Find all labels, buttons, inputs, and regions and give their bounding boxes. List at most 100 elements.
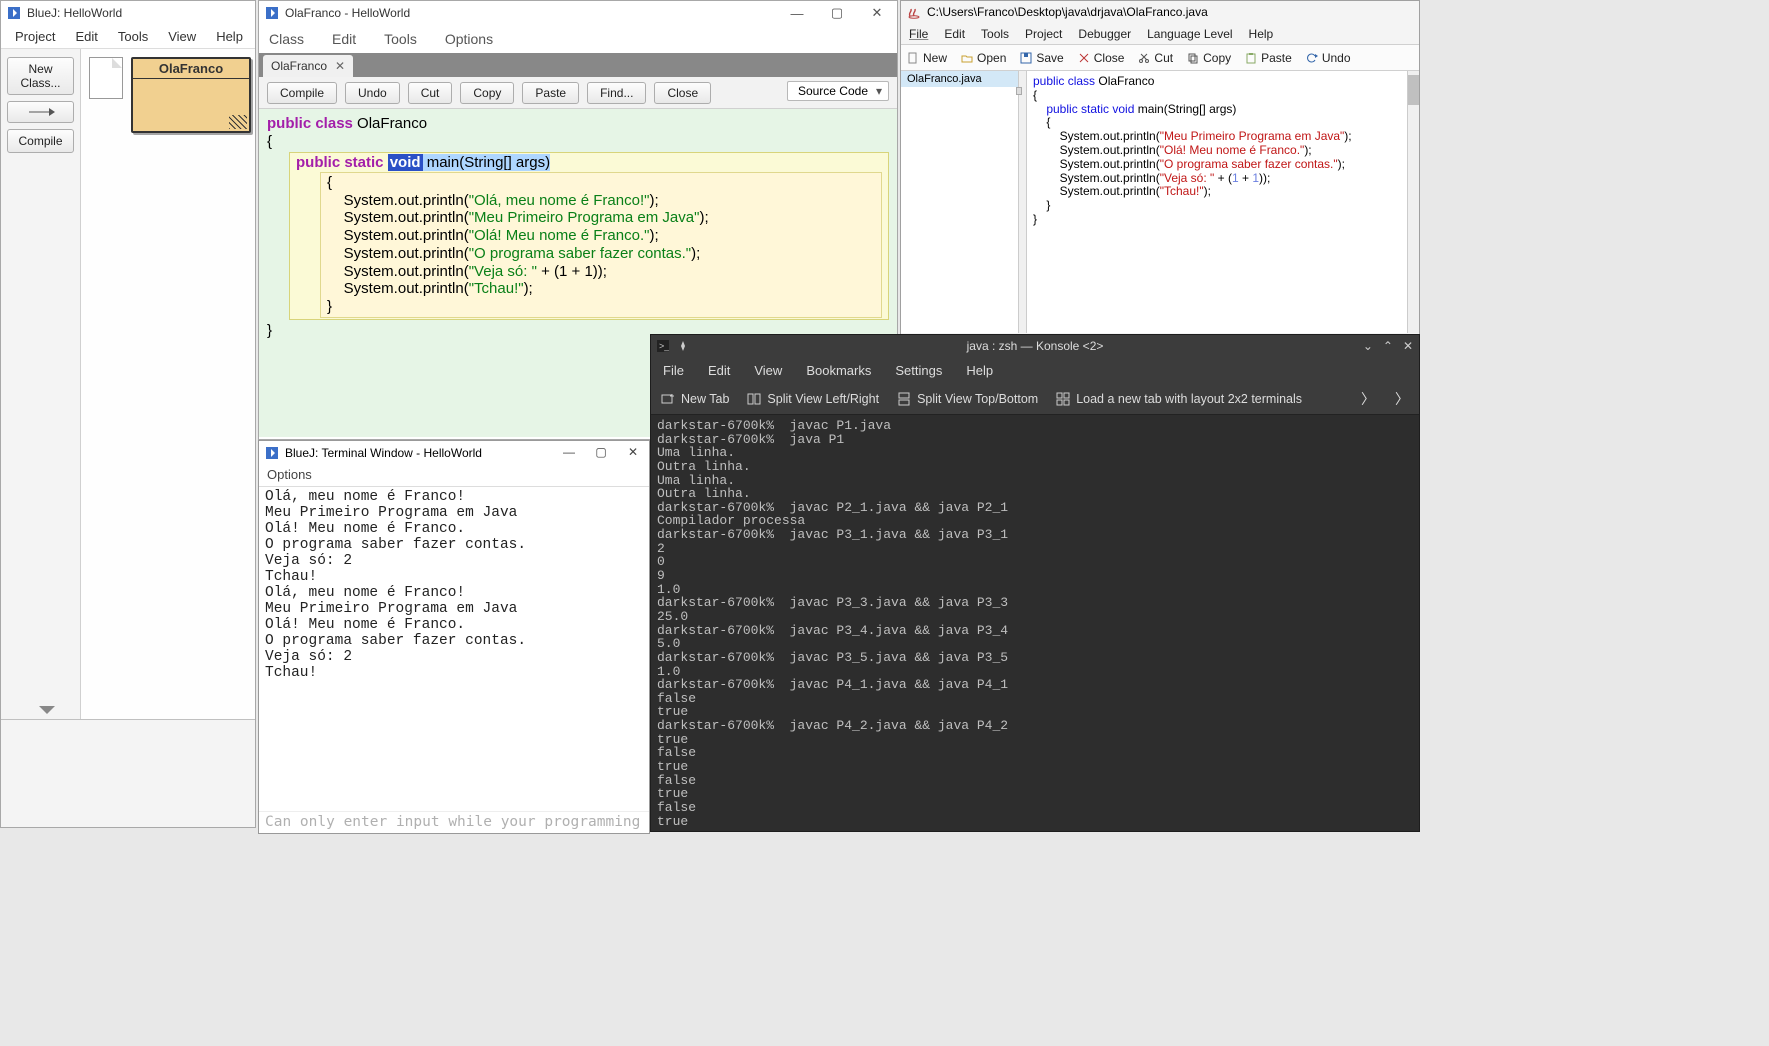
- drjava-scrollbar[interactable]: [1407, 71, 1419, 333]
- scrollbar-thumb[interactable]: [1408, 75, 1419, 105]
- kw-class: class: [315, 115, 353, 132]
- menu-file[interactable]: File: [651, 363, 696, 378]
- menu-tools[interactable]: Tools: [108, 27, 158, 46]
- undo-button[interactable]: Undo: [1306, 51, 1351, 65]
- toolbar-scroll-left-icon[interactable]: 〉: [1361, 389, 1375, 409]
- close-button[interactable]: ✕: [1403, 339, 1413, 353]
- new-tab-icon: [661, 392, 675, 406]
- filelist-item[interactable]: OlaFranco.java: [901, 71, 1018, 87]
- close-button[interactable]: ✕: [857, 1, 897, 25]
- konsole-output[interactable]: darkstar-6700k% javac P1.java darkstar-6…: [651, 415, 1419, 832]
- object-bench[interactable]: [1, 719, 255, 827]
- menu-help[interactable]: Help: [1241, 27, 1282, 41]
- bluej-menubar: Project Edit Tools View Help: [1, 25, 255, 49]
- paste-button[interactable]: Paste: [522, 82, 579, 104]
- drjava-title: C:\Users\Franco\Desktop\java\drjava\OlaF…: [927, 5, 1208, 19]
- bluej-terminal-window: BlueJ: Terminal Window - HelloWorld — ▢ …: [258, 440, 650, 834]
- menu-language-level[interactable]: Language Level: [1139, 27, 1240, 41]
- close-button[interactable]: Close: [1078, 51, 1125, 65]
- arrow-tool-button[interactable]: [7, 101, 74, 123]
- minimize-button[interactable]: —: [553, 441, 585, 463]
- layout-button[interactable]: Load a new tab with layout 2x2 terminals: [1056, 392, 1302, 406]
- collapse-triangle-icon[interactable]: [39, 706, 55, 714]
- menu-tools[interactable]: Tools: [973, 27, 1017, 41]
- close-button[interactable]: Close: [654, 82, 711, 104]
- menu-edit[interactable]: Edit: [696, 363, 742, 378]
- maximize-button[interactable]: ▢: [585, 441, 617, 463]
- menu-options[interactable]: Options: [445, 31, 493, 47]
- konsole-titlebar[interactable]: >_ java : zsh — Konsole <2> ⌄ ⌃ ✕: [651, 335, 1419, 357]
- terminal-input-hint: Can only enter input while your programm…: [259, 811, 649, 833]
- menu-edit[interactable]: Edit: [65, 27, 107, 46]
- split-tb-icon: [897, 392, 911, 406]
- folder-open-icon: [961, 52, 973, 64]
- konsole-menubar: File Edit View Bookmarks Settings Help: [651, 357, 1419, 383]
- maximize-button[interactable]: ⌃: [1383, 339, 1393, 353]
- tab-close-icon[interactable]: ✕: [335, 59, 345, 73]
- copy-button[interactable]: Copy: [460, 82, 514, 104]
- bluej-main-window: BlueJ: HelloWorld Project Edit Tools Vie…: [0, 0, 256, 828]
- bluej-logo-icon: [7, 6, 21, 20]
- drjava-filelist[interactable]: OlaFranco.java: [901, 71, 1019, 333]
- terminal-output[interactable]: Olá, meu nome é Franco! Meu Primeiro Pro…: [259, 487, 649, 683]
- minimize-button[interactable]: —: [777, 1, 817, 25]
- menu-project[interactable]: Project: [5, 27, 65, 46]
- bluej-titlebar[interactable]: BlueJ: HelloWorld: [1, 1, 255, 25]
- split-tb-button[interactable]: Split View Top/Bottom: [897, 392, 1038, 406]
- paste-button[interactable]: Paste: [1245, 51, 1292, 65]
- terminal-options-menu[interactable]: Options: [259, 465, 649, 487]
- compile-button[interactable]: Compile: [267, 82, 337, 104]
- compile-button[interactable]: Compile: [7, 129, 74, 153]
- cut-button[interactable]: Cut: [1138, 51, 1173, 65]
- menu-settings[interactable]: Settings: [883, 363, 954, 378]
- editor-menubar: Class Edit Tools Options: [259, 25, 897, 53]
- menu-edit[interactable]: Edit: [332, 31, 356, 47]
- new-tab-button[interactable]: New Tab: [661, 392, 729, 406]
- editor-tabstrip: OlaFranco ✕: [259, 53, 897, 77]
- menu-help[interactable]: Help: [206, 27, 253, 46]
- editor-title: OlaFranco - HelloWorld: [285, 6, 410, 20]
- menu-edit[interactable]: Edit: [936, 27, 973, 41]
- pin-icon[interactable]: [677, 340, 689, 352]
- menu-bookmarks[interactable]: Bookmarks: [794, 363, 883, 378]
- drjava-window: C:\Users\Franco\Desktop\java\drjava\OlaF…: [900, 0, 1420, 336]
- view-mode-select[interactable]: Source Code: [787, 81, 889, 101]
- menu-view[interactable]: View: [158, 27, 206, 46]
- drjava-titlebar[interactable]: C:\Users\Franco\Desktop\java\drjava\OlaF…: [901, 1, 1419, 23]
- editor-tab-olafranco[interactable]: OlaFranco ✕: [263, 55, 353, 77]
- konsole-toolbar: New Tab Split View Left/Right Split View…: [651, 383, 1419, 415]
- close-button[interactable]: ✕: [617, 441, 649, 463]
- new-class-button[interactable]: New Class...: [7, 57, 74, 95]
- new-button[interactable]: New: [907, 51, 947, 65]
- splitter-handle-icon[interactable]: [1016, 87, 1022, 95]
- undo-button[interactable]: Undo: [345, 82, 400, 104]
- drjava-splitter[interactable]: [1019, 71, 1027, 333]
- class-box-olafranco[interactable]: OlaFranco: [131, 57, 251, 133]
- open-button[interactable]: Open: [961, 51, 1006, 65]
- menu-help[interactable]: Help: [954, 363, 1005, 378]
- class-name: OlaFranco: [353, 115, 427, 132]
- drjava-code-area[interactable]: public class OlaFranco { public static v…: [1027, 71, 1419, 333]
- toolbar-scroll-right-icon[interactable]: 〉: [1395, 389, 1409, 409]
- readme-icon[interactable]: [89, 57, 123, 99]
- maximize-button[interactable]: ▢: [817, 1, 857, 25]
- menu-class[interactable]: Class: [269, 31, 304, 47]
- bluej-class-diagram[interactable]: OlaFranco: [81, 49, 255, 825]
- copy-button[interactable]: Copy: [1187, 51, 1231, 65]
- minimize-button[interactable]: ⌄: [1363, 339, 1373, 353]
- menu-view[interactable]: View: [742, 363, 794, 378]
- save-button[interactable]: Save: [1020, 51, 1063, 65]
- editor-titlebar[interactable]: OlaFranco - HelloWorld — ▢ ✕: [259, 1, 897, 25]
- drjava-toolbar: New Open Save Close Cut Copy Paste Undo: [901, 45, 1419, 71]
- bluej-logo-icon: [265, 446, 279, 460]
- find-button[interactable]: Find...: [587, 82, 646, 104]
- split-lr-button[interactable]: Split View Left/Right: [747, 392, 879, 406]
- terminal-titlebar[interactable]: BlueJ: Terminal Window - HelloWorld — ▢ …: [259, 441, 649, 465]
- tab-label: OlaFranco: [271, 59, 327, 73]
- menu-file[interactable]: File: [901, 27, 936, 41]
- cut-button[interactable]: Cut: [408, 82, 453, 104]
- menu-tools[interactable]: Tools: [384, 31, 417, 47]
- bluej-title: BlueJ: HelloWorld: [27, 6, 122, 20]
- menu-debugger[interactable]: Debugger: [1070, 27, 1139, 41]
- menu-project[interactable]: Project: [1017, 27, 1070, 41]
